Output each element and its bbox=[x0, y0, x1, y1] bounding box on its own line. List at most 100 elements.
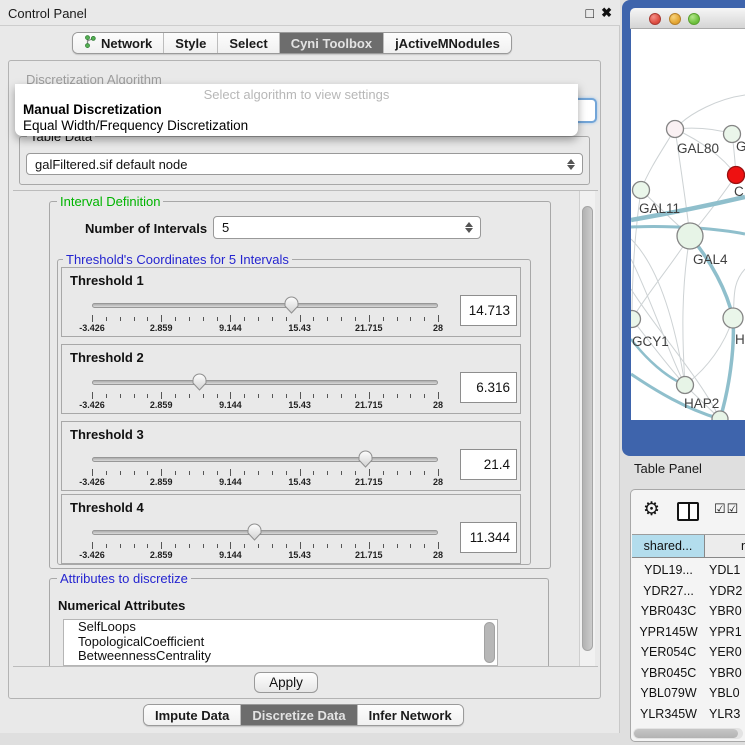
slider-thumb[interactable] bbox=[247, 523, 262, 541]
threshold-value-field[interactable]: 21.4 bbox=[460, 449, 517, 480]
popup-item-manual-discretization[interactable]: Manual Discretization bbox=[23, 102, 162, 117]
threshold-label: Threshold 4 bbox=[70, 500, 144, 515]
tab-select[interactable]: Select bbox=[218, 33, 279, 53]
attribute-list-item[interactable]: TopologicalCoefficient bbox=[64, 635, 497, 650]
slider-tick bbox=[203, 544, 204, 548]
slider-tick bbox=[397, 471, 398, 475]
table-hscrollbar-thumb[interactable] bbox=[634, 729, 738, 738]
table-row[interactable]: YBL079WYBL0 bbox=[632, 683, 745, 704]
table-row[interactable]: YDR27...YDR2 bbox=[632, 581, 745, 602]
panel-scrollbar-thumb[interactable] bbox=[582, 206, 593, 651]
slider-track[interactable] bbox=[92, 380, 438, 385]
popup-item-equal-width-frequency[interactable]: Equal Width/Frequency Discretization bbox=[23, 118, 248, 133]
network-node-c[interactable] bbox=[728, 167, 745, 184]
slider-tick bbox=[272, 471, 273, 475]
slider-track-area[interactable] bbox=[92, 448, 438, 470]
cell-shared-name[interactable]: YBR045C bbox=[632, 663, 705, 684]
cell-name[interactable]: YBL0 bbox=[705, 683, 745, 704]
attribute-list-item[interactable]: SelfLoops bbox=[64, 620, 497, 635]
slider-track-area[interactable] bbox=[92, 294, 438, 316]
cell-shared-name[interactable]: YPR145W bbox=[632, 622, 705, 643]
slider-tick-label: 28 bbox=[433, 477, 443, 487]
network-node-gal80[interactable] bbox=[667, 121, 684, 138]
column-header-name[interactable]: na bbox=[705, 535, 745, 557]
close-icon[interactable]: ✖ bbox=[601, 5, 612, 21]
tab-impute-data[interactable]: Impute Data bbox=[144, 705, 241, 725]
slider-tick bbox=[355, 317, 356, 321]
mac-zoom-button[interactable] bbox=[688, 13, 700, 25]
tab-style[interactable]: Style bbox=[164, 33, 218, 53]
slider-tick bbox=[147, 317, 148, 321]
network-node-gal11[interactable] bbox=[633, 182, 650, 199]
numerical-attributes-list[interactable]: SelfLoopsTopologicalCoefficientBetweenne… bbox=[63, 619, 498, 666]
slider-thumb[interactable] bbox=[192, 373, 207, 391]
column-split-icon[interactable] bbox=[677, 502, 699, 521]
cell-name[interactable]: YPR1 bbox=[705, 622, 745, 643]
cell-shared-name[interactable]: YER054C bbox=[632, 642, 705, 663]
threshold-value-field[interactable]: 11.344 bbox=[460, 522, 517, 553]
table-row[interactable]: YLR345WYLR3 bbox=[632, 704, 745, 725]
float-window-icon[interactable]: □ bbox=[586, 5, 594, 21]
threshold-panel-4: Threshold 4-3.4262.8599.14415.4321.71528… bbox=[61, 494, 521, 564]
table-row[interactable]: YBR043CYBR0 bbox=[632, 601, 745, 622]
table-row[interactable]: YDL19...YDL1 bbox=[632, 560, 745, 581]
network-node-gal4[interactable] bbox=[677, 223, 703, 249]
cell-shared-name[interactable]: YBL079W bbox=[632, 683, 705, 704]
tab-cyni-toolbox[interactable]: Cyni Toolbox bbox=[280, 33, 384, 53]
cell-shared-name[interactable]: YDL19... bbox=[632, 560, 705, 581]
apply-button[interactable]: Apply bbox=[254, 672, 318, 693]
tab-infer-network[interactable]: Infer Network bbox=[358, 705, 463, 725]
slider-thumb[interactable] bbox=[284, 296, 299, 314]
cell-name[interactable]: YLR3 bbox=[705, 704, 745, 725]
mac-minimize-button[interactable] bbox=[669, 13, 681, 25]
network-node-gcy1[interactable] bbox=[631, 311, 641, 328]
slider-tick-label: 21.715 bbox=[355, 323, 383, 333]
slider-tick bbox=[161, 469, 162, 476]
network-window-titlebar[interactable] bbox=[630, 8, 745, 29]
slider-track-area[interactable] bbox=[92, 371, 438, 393]
threshold-value-field[interactable]: 6.316 bbox=[460, 372, 517, 403]
slider-tick bbox=[286, 544, 287, 548]
tab-discretize-data[interactable]: Discretize Data bbox=[241, 705, 357, 725]
checkbox-pair-icon[interactable]: ☑☑ bbox=[714, 501, 739, 517]
tab-network[interactable]: Network bbox=[73, 33, 164, 53]
network-node-label: C bbox=[734, 184, 744, 199]
network-node-hap2[interactable] bbox=[677, 377, 694, 394]
slider-track[interactable] bbox=[92, 457, 438, 462]
table-row[interactable]: YPR145WYPR1 bbox=[632, 622, 745, 643]
network-node[interactable] bbox=[712, 411, 728, 420]
cell-name[interactable]: YBR0 bbox=[705, 663, 745, 684]
cell-name[interactable]: YDL1 bbox=[705, 560, 745, 581]
cell-name[interactable]: YER0 bbox=[705, 642, 745, 663]
cell-shared-name[interactable]: YLR345W bbox=[632, 704, 705, 725]
column-header-shared[interactable]: shared... bbox=[632, 535, 705, 557]
slider-thumb[interactable] bbox=[358, 450, 373, 468]
cell-shared-name[interactable]: YBR043C bbox=[632, 601, 705, 622]
slider-tick bbox=[383, 394, 384, 398]
attribute-list-item[interactable]: BetweennessCentrality bbox=[64, 649, 497, 664]
thresholds-group-title: Threshold's Coordinates for 5 Intervals bbox=[63, 252, 292, 267]
slider-tick bbox=[258, 317, 259, 321]
table-data-combo[interactable]: galFiltered.sif default node bbox=[26, 153, 583, 175]
slider-tick bbox=[120, 471, 121, 475]
cell-name[interactable]: YBR0 bbox=[705, 601, 745, 622]
panel-scrollbar-track[interactable] bbox=[579, 191, 595, 666]
slider-tick bbox=[189, 544, 190, 548]
slider-track[interactable] bbox=[92, 530, 438, 535]
slider-ticks bbox=[92, 469, 438, 477]
gear-icon[interactable]: ⚙ bbox=[643, 498, 660, 521]
mac-close-button[interactable] bbox=[649, 13, 661, 25]
slider-track[interactable] bbox=[92, 303, 438, 308]
slider-track-area[interactable] bbox=[92, 521, 438, 543]
table-row[interactable]: YBR045CYBR0 bbox=[632, 663, 745, 684]
table-row[interactable]: YER054CYER0 bbox=[632, 642, 745, 663]
network-node-h[interactable] bbox=[723, 308, 743, 328]
cell-name[interactable]: YDR2 bbox=[705, 581, 745, 602]
threshold-value-field[interactable]: 14.713 bbox=[460, 295, 517, 326]
number-of-intervals-combo[interactable]: 5 bbox=[213, 216, 481, 239]
network-canvas[interactable]: GAL80GACGAL11GAL4GCY1HHAP2 bbox=[631, 29, 745, 420]
cell-shared-name[interactable]: YDR27... bbox=[632, 581, 705, 602]
list-scrollbar-thumb[interactable] bbox=[484, 622, 495, 663]
table-hscrollbar-track[interactable] bbox=[633, 728, 743, 739]
tab-jactivemnodules[interactable]: jActiveMNodules bbox=[384, 33, 511, 53]
